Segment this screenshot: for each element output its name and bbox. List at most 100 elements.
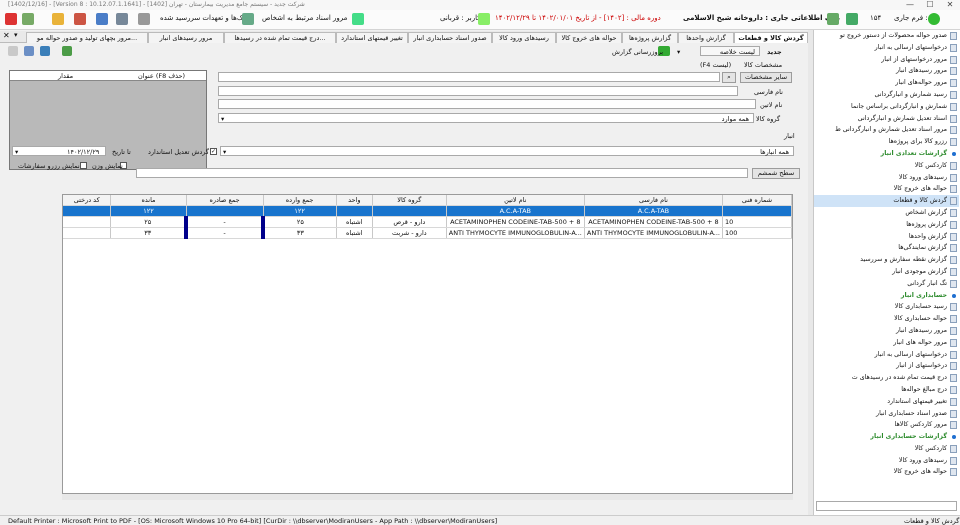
blank-icon[interactable] xyxy=(138,13,150,25)
doc-icon[interactable] xyxy=(352,13,364,25)
grid-hscrollbar[interactable] xyxy=(62,494,793,500)
tab-units[interactable]: گزارش واحدها xyxy=(678,32,734,43)
sidebar-item[interactable]: اسناد تعدیل شمارش و انبارگردانی xyxy=(814,113,959,125)
sidebar-item[interactable]: حواله حسابداری کالا xyxy=(814,313,959,325)
sidebar-item[interactable]: شمارش و انبارگردانی براساس جانما xyxy=(814,101,959,113)
std-adjust-checkbox[interactable]: ✓ xyxy=(210,148,217,155)
sidebar-item[interactable]: تگ انبار گردانی xyxy=(814,278,959,290)
word-icon[interactable] xyxy=(40,46,50,56)
search-icon[interactable] xyxy=(116,13,128,25)
sidebar-item[interactable]: درخواستهای از انبار xyxy=(814,360,959,372)
tab-issue-slips[interactable]: حواله های خروج کالا xyxy=(556,32,622,43)
tab-accounting-docs[interactable]: صدور اسناد حسابداری انبار xyxy=(408,32,492,43)
tab-receipts[interactable]: رسیدهای ورود کالا xyxy=(492,32,556,43)
item-code-input[interactable] xyxy=(218,72,720,82)
sidebar-scrollbar[interactable] xyxy=(808,30,813,515)
item-search-button[interactable]: ⌕ xyxy=(722,72,736,83)
group-select[interactable]: همه موارد ▾ xyxy=(218,113,754,123)
col-tech[interactable]: شماره فنی xyxy=(722,195,792,206)
show-order-checkbox[interactable] xyxy=(80,162,87,169)
sidebar-search-input[interactable] xyxy=(816,501,957,511)
tab-item-movement[interactable]: گردش کالا و قطعات xyxy=(734,32,808,43)
col-remain[interactable]: مانده xyxy=(110,195,187,206)
docs-link[interactable]: مرور اسناد مرتبط به اشخاص xyxy=(262,14,347,22)
sidebar-item[interactable]: گزارش واحدها xyxy=(814,231,959,243)
db-icon[interactable] xyxy=(827,13,839,25)
col-out[interactable]: جمع صادره xyxy=(186,195,264,206)
sidebar-item[interactable]: کاردکس کالا xyxy=(814,160,959,172)
sidebar-item[interactable]: مرور رسیدهای انبار xyxy=(814,65,959,77)
sidebar-item[interactable]: گزارش موجودی انبار xyxy=(814,266,959,278)
table-row[interactable]: ۱۲۲ ۱۲۲ A.C.A-TAB A.C.A-TAB xyxy=(63,205,792,217)
cheques-link[interactable]: چک‌ها و تعهدات سررسید شده xyxy=(160,14,247,22)
tab-batches[interactable]: مرور بچهای تولید و صدور حواله مو... xyxy=(26,32,148,43)
sidebar-item[interactable]: رسیدهای ورود کالا xyxy=(814,455,959,467)
network-icon[interactable] xyxy=(846,13,858,25)
search-icon[interactable] xyxy=(8,46,18,56)
tab-receipts-browse[interactable]: مرور رسیدهای انبار xyxy=(148,32,224,43)
chevron-down-icon[interactable]: ▾ xyxy=(221,115,224,123)
sidebar-item[interactable]: کاردکس کالا xyxy=(814,443,959,455)
chevron-down-icon[interactable]: ▾ xyxy=(15,148,18,156)
maximize-button[interactable]: ☐ xyxy=(920,0,940,10)
col-in[interactable]: جمع وارده xyxy=(263,195,337,206)
print-icon[interactable] xyxy=(24,46,34,56)
sidebar-item[interactable]: درخواستهای ارسالی به انبار xyxy=(814,349,959,361)
sidebar-item[interactable]: صدور حواله محصولات از دستور خروج تو xyxy=(814,30,959,42)
mail-icon[interactable] xyxy=(96,13,108,25)
table-row[interactable]: ۳۳ - ۳۳ اشتباه دارو - شربت ANTI THYMOCYT… xyxy=(63,227,792,239)
sidebar-item[interactable]: صدور اسناد حسابداری انبار xyxy=(814,408,959,420)
sidebar-group-header[interactable]: گزارشات حسابداری انبار xyxy=(814,431,959,443)
col-group[interactable]: گروه کالا xyxy=(372,195,447,206)
persian-name-input[interactable] xyxy=(218,86,738,96)
col-persian[interactable]: نام فارسی xyxy=(584,195,724,206)
sidebar-item[interactable]: رسید شمارش و انبارگردانی xyxy=(814,89,959,101)
sidebar-item[interactable]: رزرو کالا برای پروژه‌ها xyxy=(814,136,959,148)
table-row[interactable]: ۲۵ - ۲۵ اشتباه دارو - قرص ACETAMINOPHEN … xyxy=(63,216,792,228)
latin-name-input[interactable] xyxy=(218,99,756,109)
sidebar-item[interactable]: گزارش پروژه‌ها xyxy=(814,219,959,231)
sidebar-item[interactable]: مرور حواله‌های انبار xyxy=(814,77,959,89)
exit-icon[interactable] xyxy=(5,13,17,25)
warehouse-select[interactable]: همه انبارها ▾ xyxy=(220,146,794,156)
data-grid[interactable]: کد درختی مانده جمع صادره جمع وارده واحد … xyxy=(62,194,793,494)
tab-cost-insert[interactable]: درج قیمت تمام شده در رسیدها... xyxy=(224,32,336,43)
sidebar-item[interactable]: درخواستهای ارسالی به انبار xyxy=(814,42,959,54)
new-label[interactable]: جدید xyxy=(767,48,782,56)
col-unit[interactable]: واحد xyxy=(336,195,373,206)
sidebar-item[interactable]: مرور درخواستهای از انبار xyxy=(814,54,959,66)
tab-std-prices[interactable]: تغییر قیمتهای استاندارد xyxy=(336,32,408,43)
summary-select[interactable]: لیست خلاصه xyxy=(700,46,760,56)
cheque-icon[interactable] xyxy=(242,13,254,25)
sidebar-item[interactable]: مرور اسناد تعدیل شمارش و انبارگردانی ط xyxy=(814,124,959,136)
close-tab-icon[interactable]: ✕ xyxy=(3,31,10,40)
sidebar-item[interactable]: مرور رسیدهای انبار xyxy=(814,325,959,337)
calculator-icon[interactable] xyxy=(74,13,86,25)
sidebar-item[interactable]: مرور کاردکس کالاها xyxy=(814,419,959,431)
sidebar-item[interactable]: گزارش اشخاص xyxy=(814,207,959,219)
sidebar-item[interactable]: مرور حواله های انبار xyxy=(814,337,959,349)
row-level-input[interactable] xyxy=(136,168,748,178)
update-label[interactable]: بروزرسانی گزارش xyxy=(612,48,663,56)
sidebar-item[interactable]: درج قیمت تمام شده در رسیدهای ت xyxy=(814,372,959,384)
col-latin[interactable]: نام لاتین xyxy=(446,195,585,206)
to-date-input[interactable]: ۱۴۰۲/۱۲/۲۹ ▾ xyxy=(12,146,106,156)
refresh-icon[interactable] xyxy=(928,13,940,25)
sidebar-item[interactable]: رسیدهای ورود کالا xyxy=(814,172,959,184)
lock-icon[interactable] xyxy=(52,13,64,25)
sidebar-item[interactable]: رسید حسابداری کالا xyxy=(814,301,959,313)
excel-icon[interactable] xyxy=(62,46,72,56)
sidebar-group-header[interactable]: حسابداری انبار xyxy=(814,290,959,302)
minimize-button[interactable]: — xyxy=(900,0,920,10)
sidebar-item[interactable]: گزارش نقطه سفارش و سررسید xyxy=(814,254,959,266)
sidebar-item[interactable]: گردش کالا و قطعات xyxy=(814,195,959,207)
row-level-button[interactable]: سطح شمشم xyxy=(752,168,800,179)
sidebar-group-header[interactable]: گزارشات تعدادی انبار xyxy=(814,148,959,160)
tab-projects[interactable]: گزارش پروژه‌ها xyxy=(622,32,678,43)
chevron-down-icon[interactable]: ▾ xyxy=(677,48,680,56)
col-tree[interactable]: کد درختی xyxy=(63,195,112,206)
pin-icon[interactable]: ▾ xyxy=(14,31,18,39)
sidebar-item[interactable]: حواله های خروج کالا xyxy=(814,466,959,478)
sidebar-item[interactable]: درج مبالغ حواله‌ها xyxy=(814,384,959,396)
close-window-button[interactable]: ✕ xyxy=(940,0,960,10)
